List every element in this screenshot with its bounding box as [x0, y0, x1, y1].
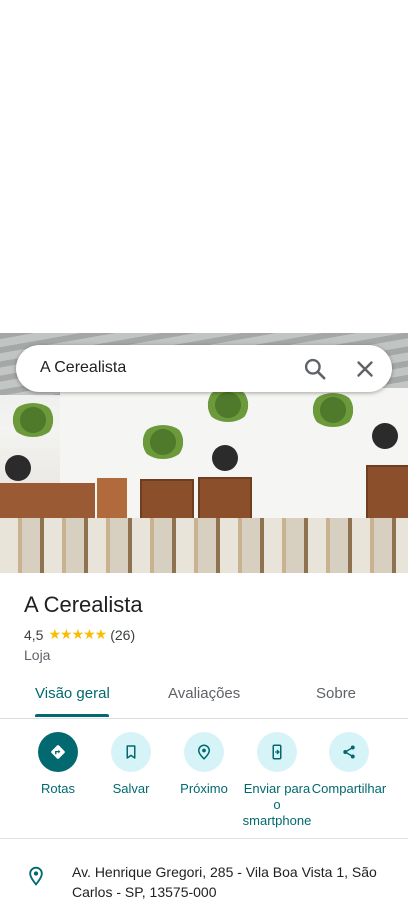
photo-plant — [205, 388, 251, 422]
search-input[interactable]: A Cerealista — [40, 359, 126, 377]
send-to-phone-button[interactable]: Enviar para o smartphone — [239, 732, 315, 829]
rating-stars: ★★★★★ — [48, 626, 107, 642]
close-icon[interactable] — [352, 356, 378, 382]
nearby-button[interactable]: Próximo — [166, 732, 242, 797]
share-button[interactable]: Compartilhar — [311, 732, 387, 797]
tab-about[interactable]: Sobre — [316, 685, 356, 702]
address-text: Av. Henrique Gregori, 285 - Vila Boa Vis… — [72, 864, 377, 900]
directions-icon — [38, 732, 78, 772]
bookmark-icon — [111, 732, 151, 772]
search-icon[interactable] — [302, 356, 328, 382]
photo-plant — [10, 403, 56, 437]
location-pin-icon — [26, 864, 46, 888]
nearby-icon — [184, 732, 224, 772]
action-row: Rotas Salvar Próximo Enviar para o smart… — [0, 730, 408, 839]
rating-value: 4,5 — [24, 626, 44, 643]
photo-fan — [212, 445, 238, 471]
place-category: Loja — [24, 647, 51, 663]
reviews-count: (26) — [110, 626, 136, 643]
tab-indicator — [35, 714, 109, 717]
directions-label: Rotas — [41, 781, 75, 796]
photo-plant — [310, 393, 356, 427]
photo-plant — [140, 425, 186, 459]
photo-fan — [372, 423, 398, 449]
tab-reviews[interactable]: Avaliações — [168, 685, 240, 702]
search-bar[interactable]: A Cerealista — [16, 345, 392, 392]
save-button[interactable]: Salvar — [93, 732, 169, 797]
place-title: A Cerealista — [24, 592, 143, 617]
share-label: Compartilhar — [311, 781, 387, 796]
tab-bar: Visão geral Avaliações Sobre — [0, 676, 408, 719]
photo-fan — [5, 455, 31, 481]
nearby-label: Próximo — [180, 781, 228, 796]
photo-bins — [0, 518, 408, 573]
directions-button[interactable]: Rotas — [20, 732, 96, 797]
send-to-phone-icon — [257, 732, 297, 772]
tab-overview[interactable]: Visão geral — [35, 685, 110, 702]
share-icon — [329, 732, 369, 772]
rating-row[interactable]: 4,5 ★★★★★ (26) — [24, 626, 135, 643]
send-to-phone-label: Enviar para o smartphone — [242, 781, 312, 828]
save-label: Salvar — [112, 781, 150, 796]
